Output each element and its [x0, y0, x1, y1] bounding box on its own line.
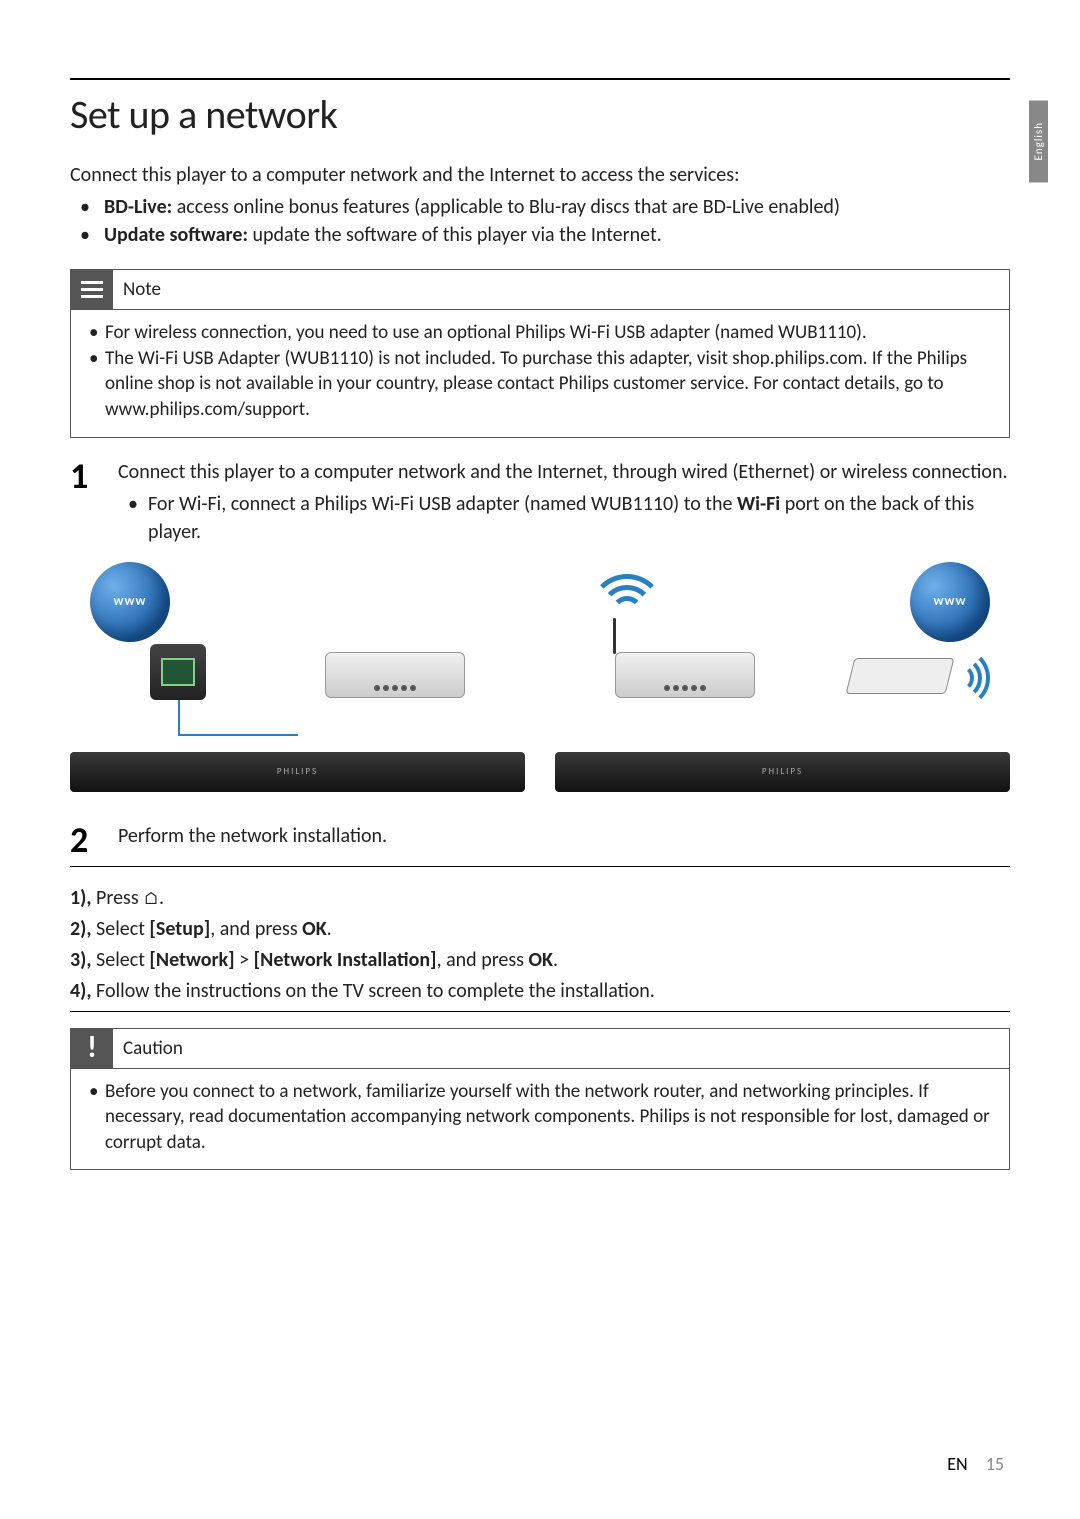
- connection-diagrams: PHILIPS PHILIPS: [70, 562, 1010, 792]
- ministep-text: Select: [92, 948, 150, 972]
- caution-icon: !: [71, 1028, 113, 1068]
- ministep-num: 1),: [70, 886, 92, 910]
- ethernet-cable: [178, 700, 298, 736]
- footer-lang: EN: [947, 1453, 967, 1475]
- substep-prefix: For Wi-Fi, connect a Philips Wi-Fi USB a…: [148, 492, 737, 516]
- feature-text: access online bonus features (applicable…: [172, 195, 840, 219]
- divider-rule: [70, 1011, 1010, 1012]
- divider-rule: [70, 866, 1010, 867]
- home-icon: ⌂: [143, 887, 159, 909]
- ministep-text: Press: [92, 886, 144, 910]
- antenna-icon: [613, 618, 616, 654]
- list-item: Update software: update the software of …: [104, 221, 1010, 249]
- ministep-text: Follow the instructions on the TV screen…: [92, 979, 655, 1003]
- step-1: 1 Connect this player to a computer netw…: [70, 458, 1010, 546]
- feature-text: update the software of this player via t…: [248, 223, 662, 247]
- list-item: The Wi-Fi USB Adapter (WUB1110) is not i…: [105, 346, 991, 423]
- caution-title: Caution: [113, 1037, 183, 1060]
- page-footer: EN 15: [947, 1453, 1004, 1475]
- ok-label: OK: [302, 917, 326, 941]
- lan-port-icon: [150, 644, 206, 700]
- wireless-diagram: PHILIPS: [555, 562, 1010, 792]
- ok-label: OK: [529, 948, 553, 972]
- player-device: PHILIPS: [555, 752, 1010, 792]
- menu-network-installation: [Network Installation]: [254, 948, 437, 972]
- wired-diagram: PHILIPS: [70, 562, 525, 792]
- feature-bold: Update software:: [104, 223, 248, 247]
- list-item: Before you connect to a network, familia…: [105, 1079, 991, 1156]
- step-2: 2 Perform the network installation.: [70, 822, 1010, 858]
- list-item: For Wi-Fi, connect a Philips Wi-Fi USB a…: [148, 490, 1010, 546]
- page-title: Set up a network: [70, 90, 1010, 139]
- step-text: Connect this player to a computer networ…: [118, 460, 1008, 484]
- menu-network: [Network]: [149, 948, 234, 972]
- menu-setup: [Setup]: [149, 917, 210, 941]
- ministep-text: Select: [92, 917, 150, 941]
- ministep-num: 2),: [70, 917, 92, 941]
- router-icon: [325, 652, 465, 698]
- note-body: For wireless connection, you need to use…: [71, 310, 1009, 437]
- caution-header: ! Caution: [71, 1029, 1009, 1069]
- substep-bold: Wi-Fi: [737, 492, 780, 516]
- note-icon: [71, 270, 113, 310]
- installation-substeps: 1), Press ⌂. 2), Select [Setup], and pre…: [70, 883, 1010, 1007]
- wireless-router-icon: [615, 652, 755, 698]
- caution-box: ! Caution Before you connect to a networ…: [70, 1028, 1010, 1171]
- caution-body: Before you connect to a network, familia…: [71, 1069, 1009, 1170]
- globe-icon: [910, 562, 990, 642]
- note-box: Note For wireless connection, you need t…: [70, 269, 1010, 438]
- intro-text: Connect this player to a computer networ…: [70, 163, 1010, 187]
- note-title: Note: [113, 278, 161, 301]
- top-rule: [70, 78, 1010, 80]
- list-item: For wireless connection, you need to use…: [105, 320, 991, 346]
- ministep-num: 3),: [70, 948, 92, 972]
- step-text: Perform the network installation.: [118, 824, 387, 848]
- feature-bold: BD-Live:: [104, 195, 172, 219]
- globe-icon: [90, 562, 170, 642]
- wifi-signal-icon: [589, 574, 669, 654]
- note-header: Note: [71, 270, 1009, 310]
- language-tab: English: [1029, 100, 1048, 182]
- footer-page-number: 15: [986, 1453, 1004, 1475]
- step-number: 2: [70, 822, 100, 858]
- wifi-arc-icon: [930, 648, 990, 708]
- list-item: BD-Live: access online bonus features (a…: [104, 193, 1010, 221]
- player-device: PHILIPS: [70, 752, 525, 792]
- ministep-num: 4),: [70, 979, 92, 1003]
- step-number: 1: [70, 458, 100, 546]
- feature-list: BD-Live: access online bonus features (a…: [70, 193, 1010, 249]
